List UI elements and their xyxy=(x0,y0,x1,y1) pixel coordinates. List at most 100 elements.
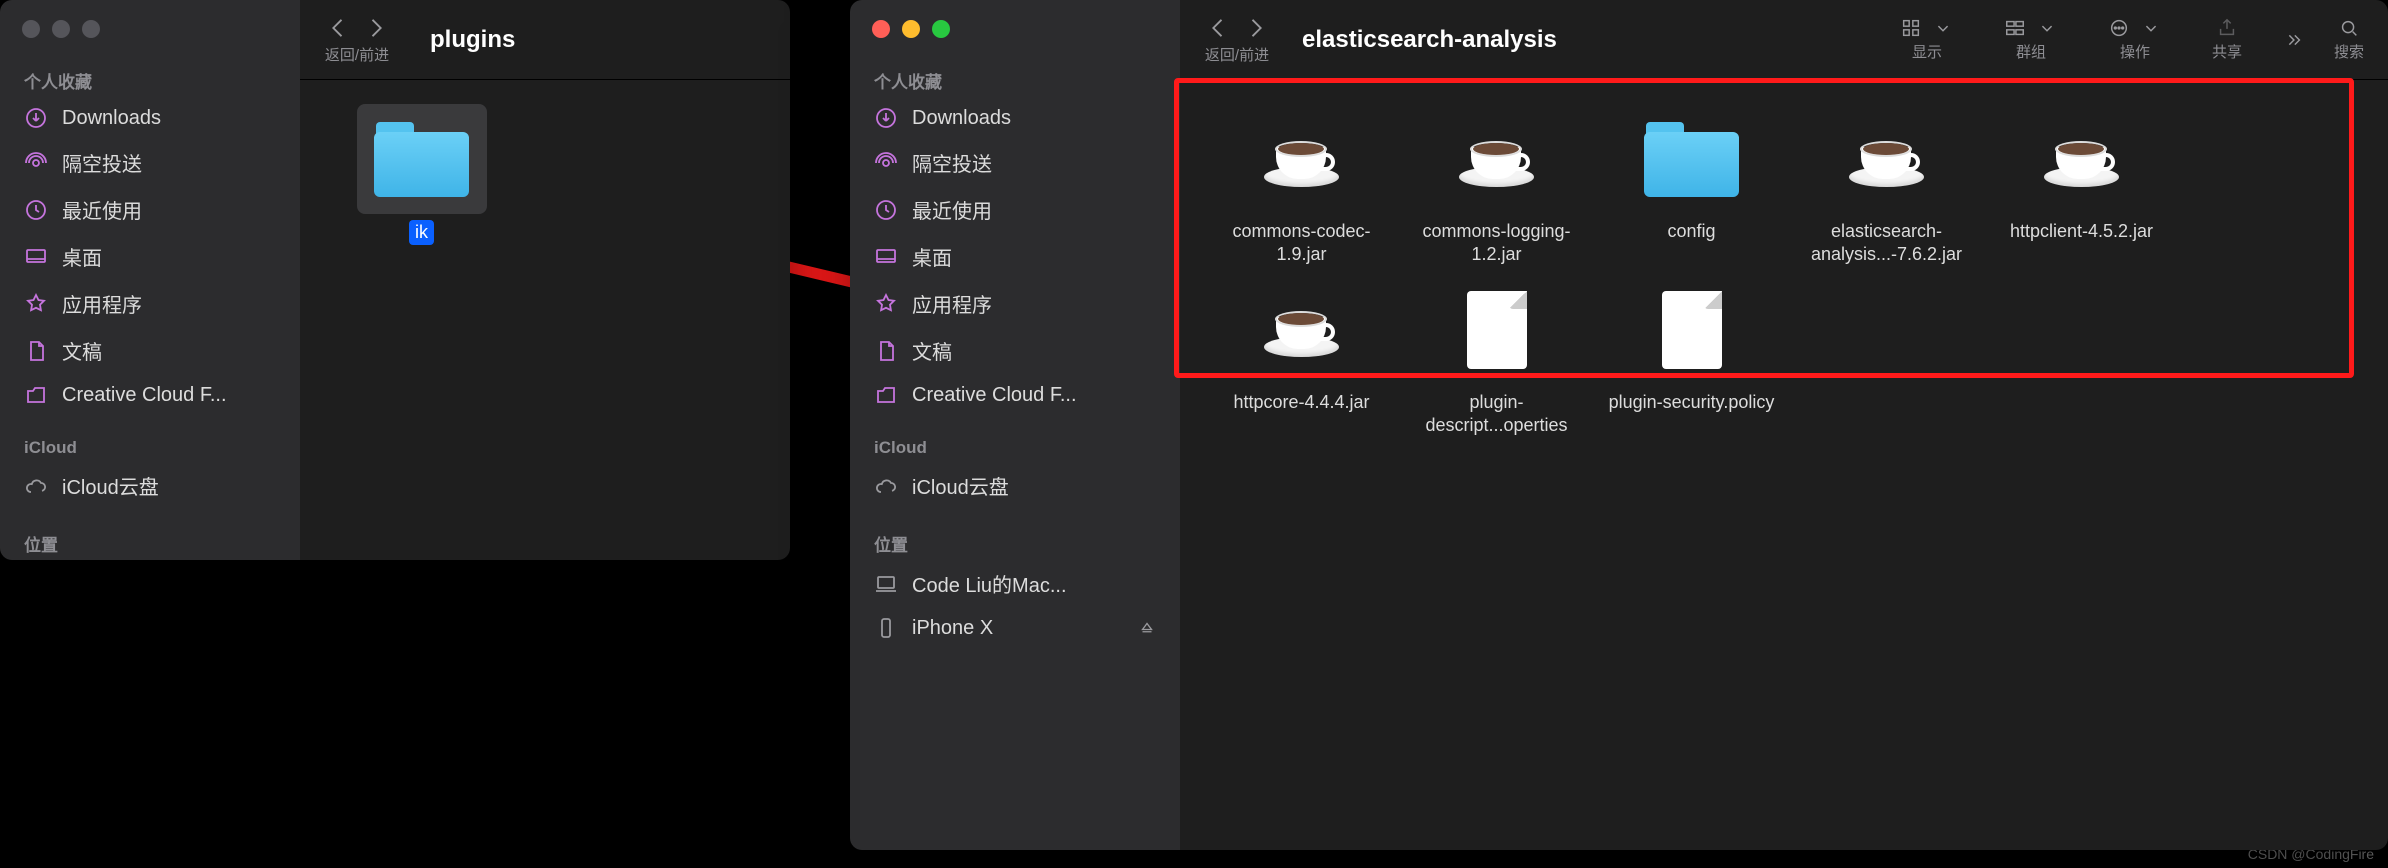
file-item[interactable]: commons-logging-1.2.jar xyxy=(1399,104,1594,267)
sidebar-item-label: iPhone X xyxy=(912,617,993,640)
file-item[interactable]: httpcore-4.4.4.jar xyxy=(1204,275,1399,438)
content-area[interactable]: commons-codec-1.9.jar commons-logging-1.… xyxy=(1180,80,2388,850)
finder-window-elasticsearch: 个人收藏 Downloads 隔空投送 最近使用 桌面 应用程序 文稿 Crea… xyxy=(850,0,2388,850)
document-icon xyxy=(1467,291,1527,369)
sidebar-item-label: Code Liu的Mac... xyxy=(912,569,1067,598)
sidebar-item-label: iCloud云盘 xyxy=(912,471,1009,500)
forward-button[interactable] xyxy=(1242,14,1270,42)
toolbar: 返回/前进 plugins xyxy=(300,0,790,80)
sidebar-item-label: Downloads xyxy=(912,107,1011,130)
toolbar-label-search: 搜索 xyxy=(2334,41,2364,62)
sidebar-item-creative-cloud[interactable]: Creative Cloud F... xyxy=(0,374,300,416)
sidebar-item-documents[interactable]: 文稿 xyxy=(0,327,300,374)
search-icon[interactable] xyxy=(2338,17,2360,39)
sidebar-item-documents[interactable]: 文稿 xyxy=(850,327,1180,374)
chevron-down-icon[interactable] xyxy=(2036,17,2058,39)
minimize-button[interactable] xyxy=(52,20,70,38)
sidebar-item-recents[interactable]: 最近使用 xyxy=(0,186,300,233)
sidebar-section-locations: 位置 xyxy=(0,523,300,560)
file-label: httpcore-4.4.4.jar xyxy=(1233,391,1369,414)
sidebar-item-airdrop[interactable]: 隔空投送 xyxy=(0,139,300,186)
sidebar-item-desktop[interactable]: 桌面 xyxy=(850,233,1180,280)
java-jar-icon xyxy=(2044,132,2119,187)
close-button[interactable] xyxy=(22,20,40,38)
toolbar-label-group: 群组 xyxy=(2016,41,2046,62)
sidebar-item-iphone[interactable]: iPhone X xyxy=(850,607,1180,649)
file-label: elasticsearch-analysis...-7.6.2.jar xyxy=(1797,220,1977,267)
sidebar-item-applications[interactable]: 应用程序 xyxy=(0,280,300,327)
sidebar-item-label: 桌面 xyxy=(912,242,952,271)
sidebar-item-icloud-drive[interactable]: iCloud云盘 xyxy=(0,462,300,509)
file-label: plugin-security.policy xyxy=(1609,391,1775,414)
sidebar-item-desktop[interactable]: 桌面 xyxy=(0,233,300,280)
sidebar-item-downloads[interactable]: Downloads xyxy=(0,97,300,139)
file-item[interactable]: ik xyxy=(324,104,519,245)
main-area: 返回/前进 elasticsearch-analysis 显示 群组 xyxy=(1180,0,2388,850)
sidebar-item-label: 隔空投送 xyxy=(62,148,142,177)
file-item[interactable]: plugin-descript...operties xyxy=(1399,275,1594,438)
file-label: plugin-descript...operties xyxy=(1407,391,1587,438)
finder-window-plugins: 个人收藏 Downloads 隔空投送 最近使用 桌面 应用程序 文稿 Crea… xyxy=(0,0,790,560)
file-item[interactable]: config xyxy=(1594,104,1789,267)
file-item[interactable]: httpclient-4.5.2.jar xyxy=(1984,104,2179,267)
sidebar-item-icloud-drive[interactable]: iCloud云盘 xyxy=(850,462,1180,509)
group-icon[interactable] xyxy=(2004,17,2026,39)
folder-icon xyxy=(374,122,469,197)
java-jar-icon xyxy=(1264,132,1339,187)
toolbar: 返回/前进 elasticsearch-analysis 显示 群组 xyxy=(1180,0,2388,80)
sidebar-item-label: 最近使用 xyxy=(912,195,992,224)
sidebar-item-label: Creative Cloud F... xyxy=(912,384,1077,407)
view-icon-grid[interactable] xyxy=(1900,17,1922,39)
sidebar-section-favorites: 个人收藏 xyxy=(0,60,300,97)
file-label: commons-codec-1.9.jar xyxy=(1212,220,1392,267)
sidebar-item-label: 文稿 xyxy=(62,336,102,365)
file-item[interactable]: commons-codec-1.9.jar xyxy=(1204,104,1399,267)
file-item[interactable]: plugin-security.policy xyxy=(1594,275,1789,438)
sidebar-item-label: Downloads xyxy=(62,107,161,130)
sidebar-item-label: 应用程序 xyxy=(62,289,142,318)
sidebar-item-airdrop[interactable]: 隔空投送 xyxy=(850,139,1180,186)
document-icon xyxy=(1662,291,1722,369)
chevron-down-icon[interactable] xyxy=(1932,17,1954,39)
nav-label: 返回/前进 xyxy=(325,44,389,65)
sidebar-section-locations: 位置 xyxy=(850,523,1180,560)
sidebar-item-label: iCloud云盘 xyxy=(62,471,159,500)
eject-icon[interactable] xyxy=(1138,619,1156,637)
chevron-down-icon[interactable] xyxy=(2140,17,2162,39)
forward-button[interactable] xyxy=(362,14,390,42)
sidebar-section-favorites: 个人收藏 xyxy=(850,60,1180,97)
content-area[interactable]: ik xyxy=(300,80,790,560)
sidebar-item-label: 最近使用 xyxy=(62,195,142,224)
close-button[interactable] xyxy=(872,20,890,38)
sidebar-item-label: 应用程序 xyxy=(912,289,992,318)
sidebar-section-icloud: iCloud xyxy=(0,430,300,462)
toolbar-label-share: 共享 xyxy=(2212,41,2242,62)
more-icon[interactable] xyxy=(2282,29,2304,51)
main-area: 返回/前进 plugins ik xyxy=(300,0,790,560)
maximize-button[interactable] xyxy=(932,20,950,38)
share-icon[interactable] xyxy=(2216,17,2238,39)
sidebar-item-creative-cloud[interactable]: Creative Cloud F... xyxy=(850,374,1180,416)
sidebar-item-mac[interactable]: Code Liu的Mac... xyxy=(850,560,1180,607)
file-item[interactable]: elasticsearch-analysis...-7.6.2.jar xyxy=(1789,104,1984,267)
sidebar-item-downloads[interactable]: Downloads xyxy=(850,97,1180,139)
java-jar-icon xyxy=(1264,302,1339,357)
maximize-button[interactable] xyxy=(82,20,100,38)
file-label: commons-logging-1.2.jar xyxy=(1407,220,1587,267)
toolbar-label-action: 操作 xyxy=(2120,41,2150,62)
sidebar-item-label: Creative Cloud F... xyxy=(62,384,227,407)
sidebar-item-applications[interactable]: 应用程序 xyxy=(850,280,1180,327)
sidebar-item-label: 桌面 xyxy=(62,242,102,271)
file-label: ik xyxy=(409,220,434,245)
nav-label: 返回/前进 xyxy=(1205,44,1269,65)
java-jar-icon xyxy=(1459,132,1534,187)
sidebar-item-recents[interactable]: 最近使用 xyxy=(850,186,1180,233)
file-label: httpclient-4.5.2.jar xyxy=(2010,220,2153,243)
back-button[interactable] xyxy=(1204,14,1232,42)
back-button[interactable] xyxy=(324,14,352,42)
file-label: config xyxy=(1667,220,1715,243)
minimize-button[interactable] xyxy=(902,20,920,38)
sidebar-section-icloud: iCloud xyxy=(850,430,1180,462)
sidebar-item-label: 文稿 xyxy=(912,336,952,365)
action-icon[interactable] xyxy=(2108,17,2130,39)
